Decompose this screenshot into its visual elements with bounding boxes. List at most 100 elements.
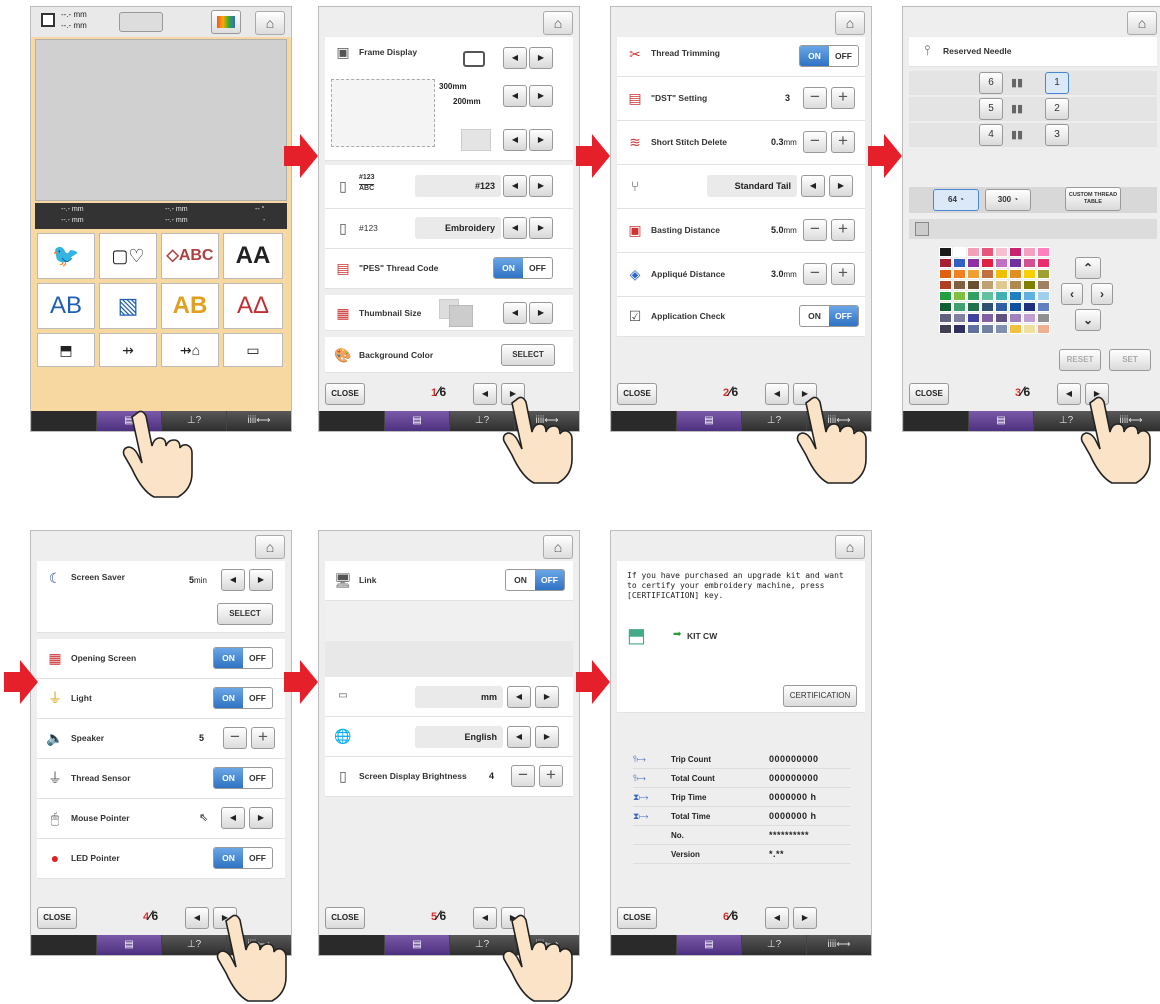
- tile-frame-heart[interactable]: ▢♡: [99, 233, 157, 279]
- color-swatch[interactable]: [1009, 302, 1022, 312]
- color-swatch[interactable]: [1023, 291, 1036, 301]
- color-swatch[interactable]: [995, 280, 1008, 290]
- tile-a-frame[interactable]: ▧: [99, 283, 157, 329]
- needle-5[interactable]: 5: [979, 98, 1003, 120]
- color-swatch[interactable]: [967, 291, 980, 301]
- color-swatch[interactable]: [1009, 291, 1022, 301]
- tile-aa[interactable]: AA: [223, 233, 283, 279]
- color-swatch[interactable]: [939, 247, 952, 257]
- home-button[interactable]: ⌂: [543, 535, 573, 559]
- color-swatch[interactable]: [953, 302, 966, 312]
- light-toggle[interactable]: ON OFF: [213, 687, 273, 709]
- select-button[interactable]: SELECT: [217, 603, 273, 625]
- thread-number-prev[interactable]: ◀: [503, 175, 527, 197]
- color-swatch[interactable]: [939, 269, 952, 279]
- color-swatch[interactable]: [995, 313, 1008, 323]
- tile-monogram[interactable]: ◇ABC: [161, 233, 219, 279]
- left-button[interactable]: ‹: [1061, 283, 1083, 305]
- dst-minus[interactable]: −: [803, 87, 827, 109]
- close-button[interactable]: CLOSE: [325, 383, 365, 405]
- link-toggle[interactable]: ON OFF: [505, 569, 565, 591]
- close-button[interactable]: CLOSE: [909, 383, 949, 405]
- set-button[interactable]: SET: [1109, 349, 1151, 371]
- frame-prev-button[interactable]: ◀: [503, 47, 527, 69]
- needle-6[interactable]: 6: [979, 72, 1003, 94]
- color-swatch[interactable]: [953, 269, 966, 279]
- brightness-minus[interactable]: −: [511, 765, 535, 787]
- settings-tab[interactable]: ▤: [96, 935, 161, 955]
- close-button[interactable]: CLOSE: [617, 907, 657, 929]
- color-swatch[interactable]: [995, 269, 1008, 279]
- tile-usb-mouse[interactable]: ⇸⌂: [161, 333, 219, 367]
- color-swatch[interactable]: [953, 291, 966, 301]
- color-swatch[interactable]: [1023, 247, 1036, 257]
- close-button[interactable]: CLOSE: [617, 383, 657, 405]
- tail-prev[interactable]: ◀: [801, 175, 825, 197]
- color-swatch[interactable]: [1009, 280, 1022, 290]
- basting-minus[interactable]: −: [803, 219, 827, 241]
- applique-plus[interactable]: +: [831, 263, 855, 285]
- prev-page-button[interactable]: ◀: [765, 907, 789, 929]
- settings-tab[interactable]: ▤: [676, 411, 741, 431]
- speaker-minus[interactable]: −: [223, 727, 247, 749]
- color-swatch[interactable]: [1009, 313, 1022, 323]
- tile-bird[interactable]: 🐦: [37, 233, 95, 279]
- tile-usb[interactable]: ⇸: [99, 333, 157, 367]
- color-swatch[interactable]: [1023, 258, 1036, 268]
- tile-machine[interactable]: ⬒: [37, 333, 95, 367]
- pes-code-toggle[interactable]: ON OFF: [493, 257, 553, 279]
- led-toggle[interactable]: ON OFF: [213, 847, 273, 869]
- thread-name-next[interactable]: ▶: [529, 217, 553, 239]
- color-swatch[interactable]: [1009, 324, 1022, 334]
- color-swatch[interactable]: [953, 280, 966, 290]
- color-swatch[interactable]: [995, 247, 1008, 257]
- color-swatch[interactable]: [939, 291, 952, 301]
- table-300-button[interactable]: 300 ◔: [985, 189, 1031, 211]
- color-swatch[interactable]: [981, 291, 994, 301]
- needle-3[interactable]: 3: [1045, 124, 1069, 146]
- color-swatch[interactable]: [953, 324, 966, 334]
- color-swatch[interactable]: [1023, 280, 1036, 290]
- thumbnail-prev[interactable]: ◀: [503, 302, 527, 324]
- color-swatch[interactable]: [1037, 313, 1050, 323]
- size-next-button[interactable]: ▶: [529, 85, 553, 107]
- color-swatch[interactable]: [967, 302, 980, 312]
- color-swatch[interactable]: [953, 247, 966, 257]
- color-swatch[interactable]: [939, 313, 952, 323]
- tile-computer[interactable]: ▭: [223, 333, 283, 367]
- thread-name-prev[interactable]: ◀: [503, 217, 527, 239]
- color-swatch[interactable]: [981, 269, 994, 279]
- color-swatch[interactable]: [1009, 269, 1022, 279]
- short-plus[interactable]: +: [831, 131, 855, 153]
- color-swatch[interactable]: [1037, 258, 1050, 268]
- close-button[interactable]: CLOSE: [325, 907, 365, 929]
- unit-prev[interactable]: ◀: [507, 686, 531, 708]
- color-swatch[interactable]: [967, 258, 980, 268]
- applique-minus[interactable]: −: [803, 263, 827, 285]
- saver-prev[interactable]: ◀: [221, 569, 245, 591]
- needle-tab[interactable]: iiii⟷: [806, 935, 871, 955]
- thread-color-button[interactable]: [211, 10, 241, 34]
- color-swatch[interactable]: [939, 324, 952, 334]
- color-swatch[interactable]: [939, 258, 952, 268]
- up-button[interactable]: ⌃: [1075, 257, 1101, 279]
- color-swatch[interactable]: [967, 247, 980, 257]
- settings-tab[interactable]: ▤: [384, 935, 449, 955]
- mouse-prev[interactable]: ◀: [221, 807, 245, 829]
- color-swatch[interactable]: [981, 324, 994, 334]
- settings-tab[interactable]: ▤: [676, 935, 741, 955]
- home-button[interactable]: ⌂: [543, 11, 573, 35]
- tile-ab-gold[interactable]: AB: [161, 283, 219, 329]
- grid-next-button[interactable]: ▶: [529, 129, 553, 151]
- color-swatch[interactable]: [981, 280, 994, 290]
- color-swatch[interactable]: [967, 269, 980, 279]
- color-swatch[interactable]: [967, 324, 980, 334]
- needle-4[interactable]: 4: [979, 124, 1003, 146]
- color-swatch[interactable]: [1023, 313, 1036, 323]
- reset-button[interactable]: RESET: [1059, 349, 1101, 371]
- settings-tab[interactable]: ▤: [384, 411, 449, 431]
- sensor-toggle[interactable]: ON OFF: [213, 767, 273, 789]
- color-swatch[interactable]: [995, 302, 1008, 312]
- prev-page-button[interactable]: ◀: [473, 383, 497, 405]
- custom-table-button[interactable]: CUSTOM THREAD TABLE: [1065, 187, 1121, 211]
